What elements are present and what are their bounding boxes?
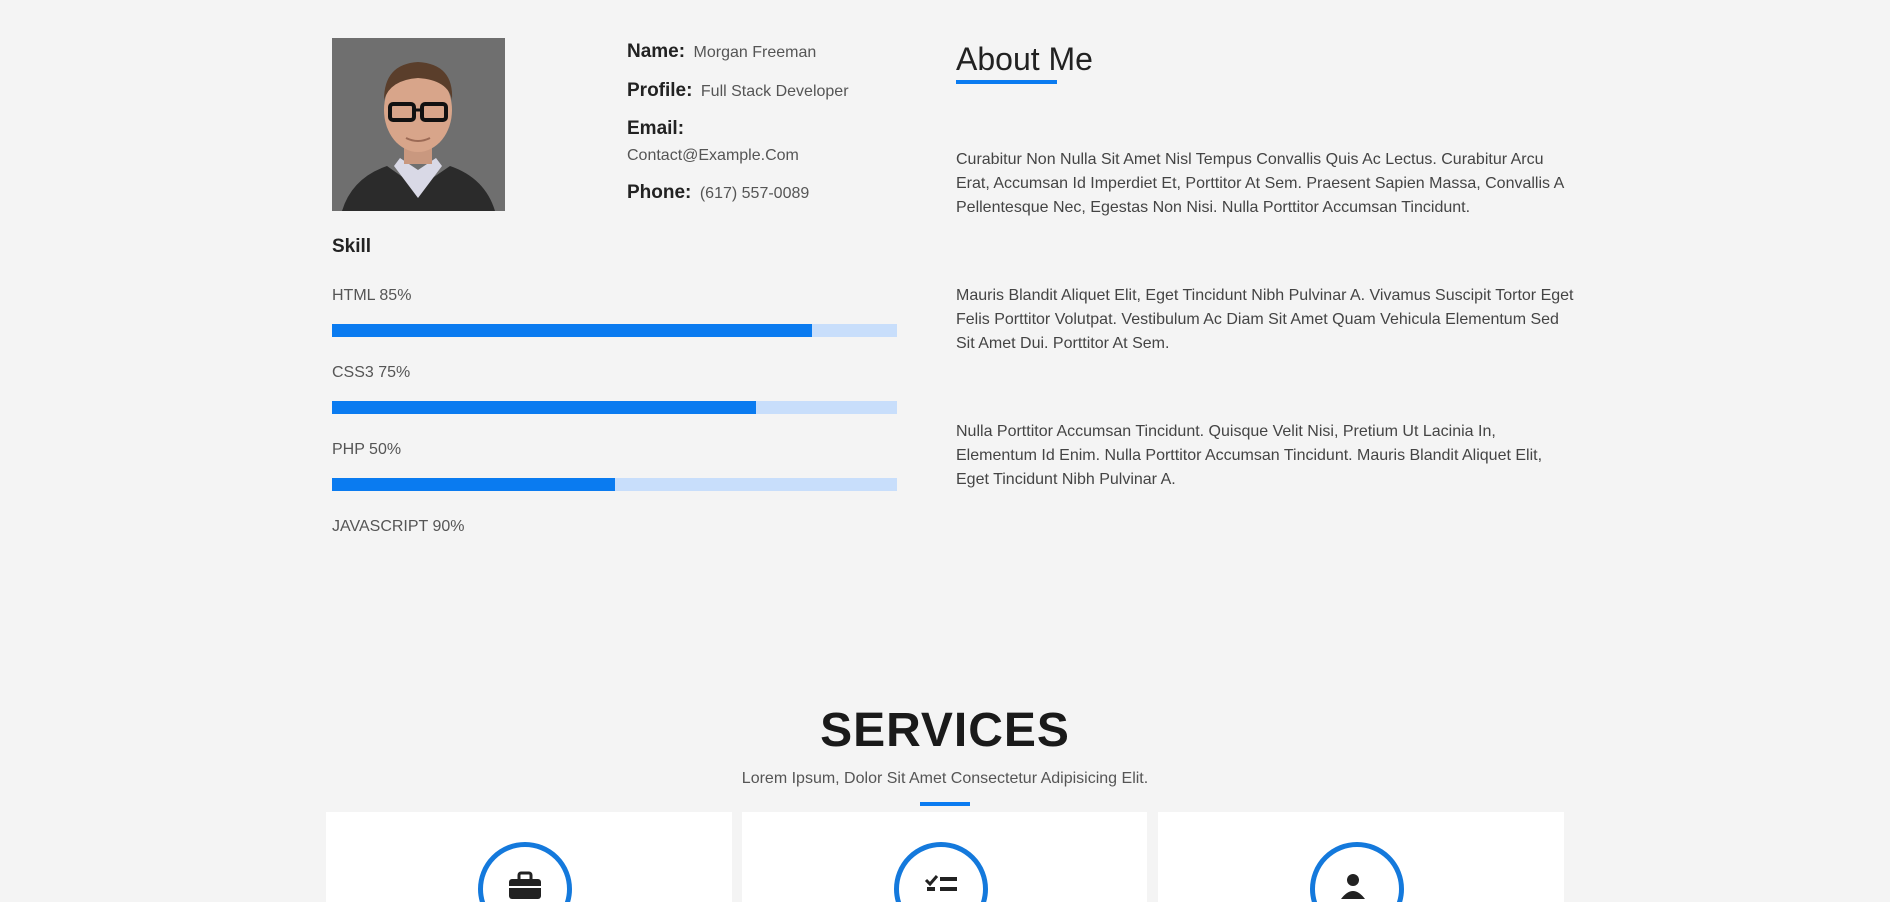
service-card[interactable] [1158,812,1564,902]
skill-progress-track [332,324,897,337]
skill-label: CSS3 75% [332,364,411,381]
info-label: Name: [627,41,686,62]
profile-photo [332,38,505,211]
services-title-underline [920,802,970,806]
info-value: (617) 557-0089 [699,184,810,202]
services-title: SERVICES [820,704,1070,757]
info-profile: Profile: Full Stack Developer [627,79,927,104]
info-label: Profile: [627,79,693,101]
skill-label: PHP 50% [332,441,402,458]
skill-list: HTML 85% CSS3 75% PHP 50% JAVASCRIPT 90% [332,286,897,594]
skill-progress-fill [332,401,756,414]
about-title: About Me [956,41,1093,77]
briefcase-icon [478,842,572,902]
service-card[interactable] [326,812,732,902]
about-paragraph: Mauris Blandit Aliquet Elit, Eget Tincid… [956,287,1574,352]
profile-info: Name: Morgan Freeman Profile: Full Stack… [627,40,927,220]
service-card[interactable] [742,812,1147,902]
skill-label: JAVASCRIPT 90% [332,518,465,535]
info-email: Email: Contact@Example.Com [627,117,927,166]
skill-item: CSS3 75% [332,363,897,440]
about-title-underline [956,80,1057,84]
info-value: Contact@Example.Com [627,147,799,165]
info-phone: Phone: (617) 557-0089 [627,181,927,206]
info-name: Name: Morgan Freeman [627,40,927,65]
info-value: Morgan Freeman [693,44,817,61]
about-paragraph: Nulla Porttitor Accumsan Tincidunt. Quis… [956,423,1543,488]
skill-progress-track [332,401,897,414]
about-section: About Me Curabitur Non Nulla Sit Amet Ni… [956,38,1578,488]
checklist-icon [894,842,988,902]
info-value: Full Stack Developer [700,82,849,100]
page: Name: Morgan Freeman Profile: Full Stack… [0,0,1890,902]
services-subtitle: Lorem Ipsum, Dolor Sit Amet Consectetur … [741,770,1149,787]
skill-heading: Skill [332,236,372,257]
skill-label: HTML 85% [332,287,412,304]
skill-progress-fill [332,478,615,491]
skill-item: PHP 50% [332,440,897,517]
info-label: Email: [627,118,685,140]
user-icon [1310,842,1404,902]
skill-progress-fill [332,324,813,337]
info-label: Phone: [627,181,692,203]
skill-item: JAVASCRIPT 90% [332,517,897,594]
skill-progress-track [332,478,897,491]
about-paragraph: Curabitur Non Nulla Sit Amet Nisl Tempus… [956,151,1564,216]
skill-item: HTML 85% [332,286,897,363]
